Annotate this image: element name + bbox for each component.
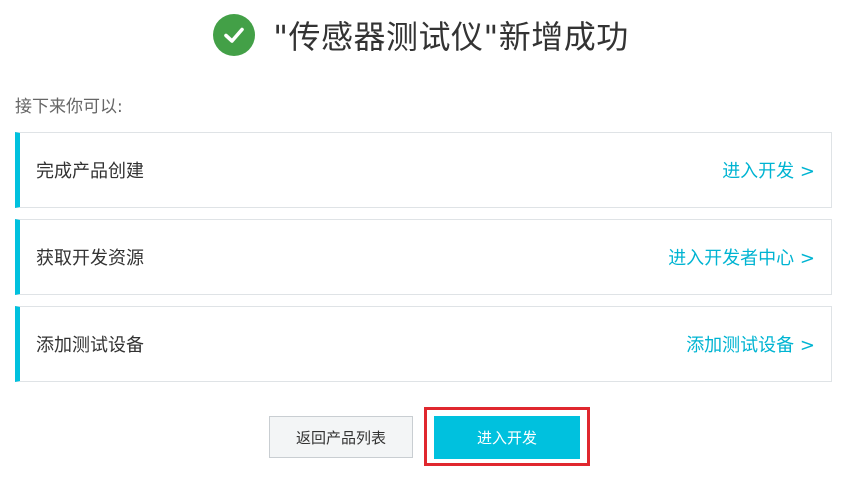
- next-steps-label: 接下来你可以:: [15, 97, 123, 117]
- next-step-card-create-product: 完成产品创建 进入开发 >: [15, 132, 832, 208]
- check-circle-icon: [213, 14, 256, 56]
- success-page: "传感器测试仪"新增成功 接下来你可以: 完成产品创建 进入开发 > 获取开发资…: [0, 0, 842, 477]
- card-label: 获取开发资源: [36, 248, 144, 269]
- add-test-device-link[interactable]: 添加测试设备 >: [686, 331, 815, 357]
- enter-development-link[interactable]: 进入开发 >: [722, 157, 815, 183]
- success-header: "传感器测试仪"新增成功: [0, 10, 842, 60]
- enter-development-button[interactable]: 进入开发: [434, 416, 580, 459]
- developer-center-link[interactable]: 进入开发者中心 >: [668, 244, 815, 270]
- next-step-card-dev-resources: 获取开发资源 进入开发者中心 >: [15, 219, 832, 295]
- card-label: 添加测试设备: [36, 335, 144, 356]
- card-label: 完成产品创建: [36, 161, 144, 182]
- back-to-product-list-button[interactable]: 返回产品列表: [269, 416, 413, 458]
- next-step-card-test-device: 添加测试设备 添加测试设备 >: [15, 306, 832, 382]
- page-title: "传感器测试仪"新增成功: [273, 18, 629, 56]
